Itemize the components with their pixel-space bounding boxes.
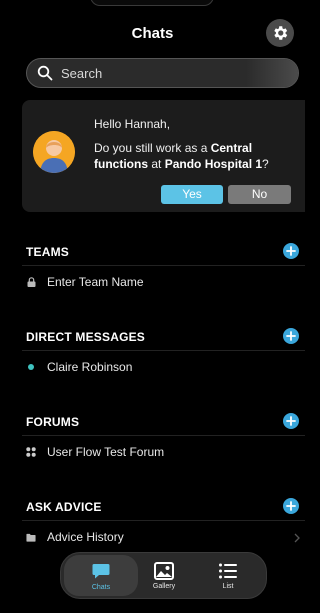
question-prefix: Do you still work as a	[94, 141, 211, 155]
question-suffix: ?	[262, 157, 269, 171]
tab-gallery[interactable]: Gallery	[139, 557, 189, 596]
no-button[interactable]: No	[228, 185, 291, 204]
team-item-label: Enter Team Name	[47, 275, 144, 289]
ask-advice-button[interactable]	[283, 498, 299, 514]
ask-advice-section-title: ASK ADVICE	[26, 500, 102, 514]
forum-item-label: User Flow Test Forum	[47, 445, 165, 459]
advice-history-item[interactable]: Advice History	[26, 527, 296, 547]
divider	[22, 520, 305, 521]
role-question: Do you still work as a Central functions…	[94, 140, 294, 172]
direct-messages-section-title: DIRECT MESSAGES	[26, 330, 146, 344]
user-avatar-icon	[33, 131, 75, 173]
add-team-button[interactable]	[283, 243, 299, 259]
list-icon	[219, 563, 237, 579]
tab-list-label: List	[222, 583, 234, 590]
gear-icon	[274, 26, 288, 40]
chevron-right-icon	[294, 533, 300, 543]
question-middle: at	[148, 157, 165, 171]
lock-icon	[26, 277, 36, 287]
search-icon	[37, 65, 53, 81]
tab-list[interactable]: List	[203, 557, 253, 596]
tab-gallery-label: Gallery	[152, 583, 176, 590]
add-direct-message-button[interactable]	[283, 328, 299, 344]
add-forum-button[interactable]	[283, 413, 299, 429]
tab-chats-label: Chats	[91, 584, 111, 591]
divider	[22, 435, 305, 436]
page-title: Chats	[131, 25, 174, 42]
online-dot-icon	[26, 362, 36, 372]
forums-section-title: FORUMS	[26, 415, 80, 429]
plus-icon	[286, 246, 296, 256]
plus-icon	[286, 416, 296, 426]
forum-item[interactable]: User Flow Test Forum	[26, 442, 296, 462]
direct-message-item[interactable]: Claire Robinson	[26, 357, 296, 377]
search-input[interactable]: Search	[26, 58, 299, 88]
teams-section-title: TEAMS	[26, 245, 69, 259]
tab-chats[interactable]: Chats	[64, 555, 138, 596]
yes-button[interactable]: Yes	[161, 185, 223, 204]
team-item[interactable]: Enter Team Name	[26, 272, 296, 292]
gallery-icon	[154, 562, 174, 580]
chat-bubble-icon	[92, 564, 110, 579]
avatar	[33, 131, 75, 173]
organization-name: Pando Hospital 1	[164, 157, 263, 171]
role-confirmation-card: Hello Hannah, Do you still work as a Cen…	[22, 100, 305, 212]
status-notch	[90, 0, 214, 6]
bottom-tab-bar: Chats Gallery List	[60, 552, 267, 599]
advice-history-label: Advice History	[47, 530, 124, 544]
greeting-text: Hello Hannah,	[94, 117, 171, 131]
plus-icon	[286, 331, 296, 341]
search-placeholder: Search	[61, 65, 103, 81]
settings-button[interactable]	[266, 19, 294, 47]
forum-icon	[26, 447, 36, 457]
folder-icon	[26, 532, 36, 542]
direct-message-contact-name: Claire Robinson	[47, 360, 133, 374]
plus-icon	[286, 501, 296, 511]
chats-screen: Chats Search Hello Hannah, Do you still …	[0, 0, 305, 613]
divider	[22, 265, 305, 266]
divider	[22, 350, 305, 351]
